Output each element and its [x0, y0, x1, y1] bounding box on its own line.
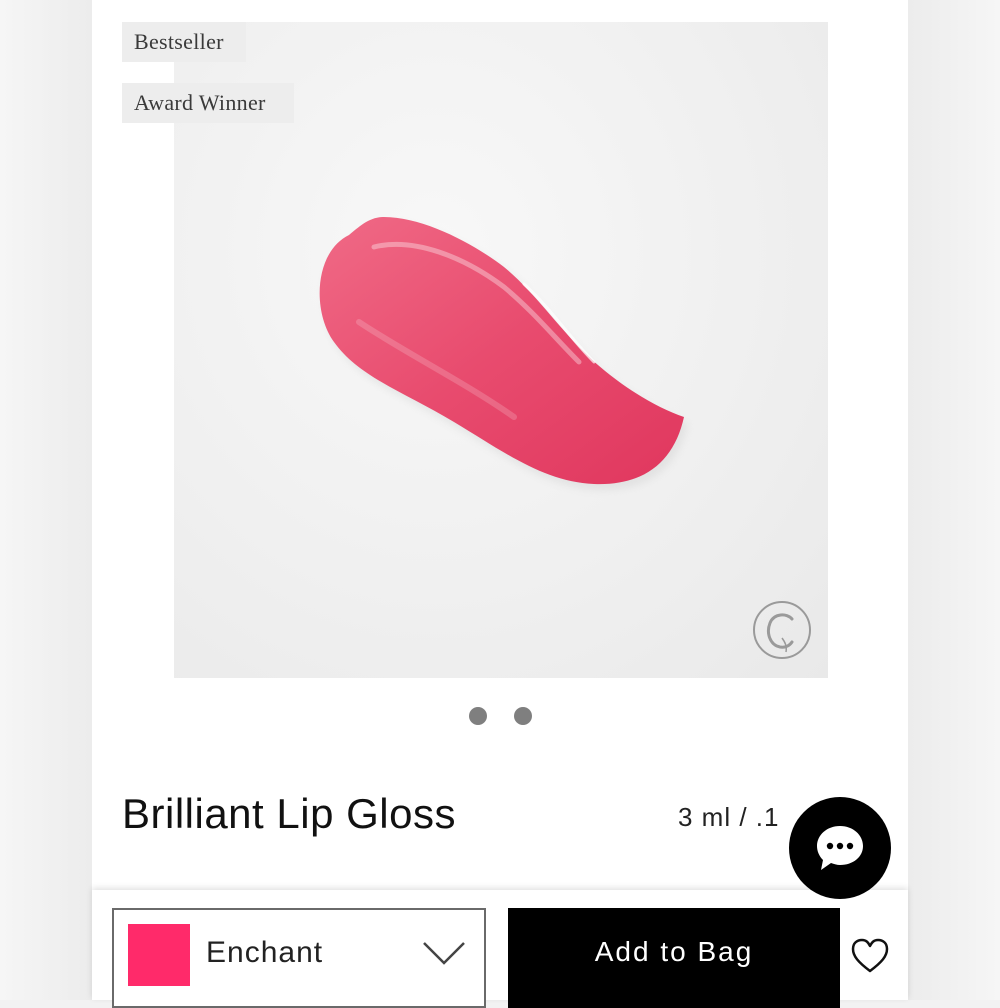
- product-size: 3 ml / .1: [678, 802, 780, 832]
- brand-logo-icon: [753, 601, 811, 659]
- shade-name: Enchant: [206, 936, 324, 969]
- chat-icon: [817, 826, 863, 870]
- shade-color-chip: [128, 924, 190, 986]
- carousel-dot-1[interactable]: [469, 707, 487, 725]
- page-background-left: [0, 0, 92, 1000]
- add-to-bag-button[interactable]: Add to Bag: [508, 908, 840, 1008]
- chevron-down-icon: [423, 942, 465, 965]
- chat-button[interactable]: [789, 797, 891, 899]
- badge-bestseller: Bestseller: [122, 22, 246, 62]
- shade-selector[interactable]: Enchant: [112, 908, 486, 1008]
- heart-icon[interactable]: [850, 937, 890, 975]
- badge-award-winner: Award Winner: [122, 83, 294, 123]
- page-background-right: [908, 0, 1000, 1000]
- carousel-dot-2[interactable]: [514, 707, 532, 725]
- product-title: Brilliant Lip Gloss: [122, 790, 456, 837]
